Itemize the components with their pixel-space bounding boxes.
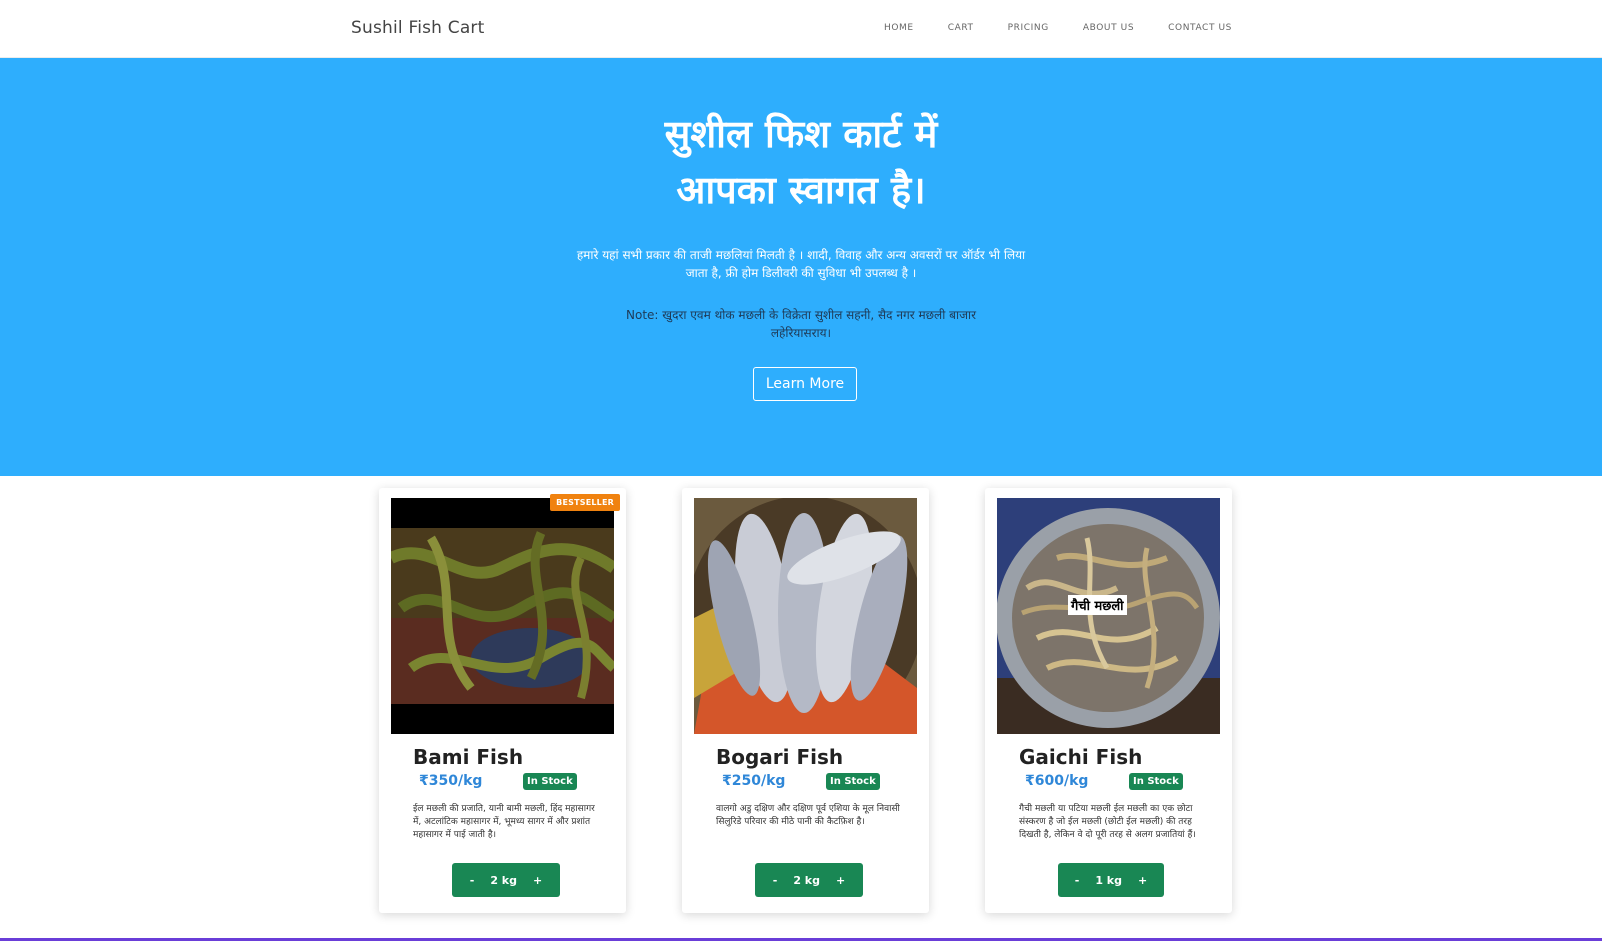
- product-description: गैची मछली या पटिया मछली ईल मछली का एक छो…: [1019, 804, 1196, 840]
- product-image-gaichi: [997, 498, 1220, 734]
- increase-button[interactable]: +: [828, 874, 853, 887]
- brand-logo-text[interactable]: Sushil Fish Cart: [351, 18, 485, 38]
- learn-more-button[interactable]: Learn More: [753, 367, 857, 401]
- decrease-button[interactable]: -: [462, 874, 483, 887]
- hero-title-line2: आपका स्वागत है।: [676, 168, 926, 212]
- stock-badge: In Stock: [1129, 773, 1183, 790]
- quantity-stepper: - 2 kg +: [452, 863, 560, 897]
- stock-badge: In Stock: [523, 773, 577, 790]
- bestseller-badge: BESTSELLER: [550, 494, 620, 511]
- nav-about-us[interactable]: ABOUT US: [1083, 23, 1134, 33]
- quantity-stepper: - 2 kg +: [755, 863, 863, 897]
- quantity-value: 1 kg: [1095, 873, 1123, 887]
- nav-pricing[interactable]: PRICING: [1008, 23, 1049, 33]
- stock-badge: In Stock: [826, 773, 880, 790]
- increase-button[interactable]: +: [525, 874, 550, 887]
- product-name: Gaichi Fish: [1019, 745, 1143, 769]
- hero-section: सुशील फिश कार्ट में आपका स्वागत है। हमार…: [0, 58, 1602, 476]
- hero-title: सुशील फिश कार्ट में आपका स्वागत है।: [0, 106, 1602, 218]
- nav-home[interactable]: HOME: [884, 23, 914, 33]
- product-name: Bami Fish: [413, 745, 524, 769]
- product-name: Bogari Fish: [716, 745, 844, 769]
- image-caption: गैची मछली: [1068, 595, 1127, 615]
- hero-title-line1: सुशील फिश कार्ट में: [664, 112, 938, 156]
- product-card-bami: BESTSELLER Bami Fish ₹350/kg In Stock ईल…: [379, 488, 626, 913]
- increase-button[interactable]: +: [1130, 874, 1155, 887]
- quantity-value: 2 kg: [793, 873, 821, 887]
- nav-cart[interactable]: CART: [948, 23, 974, 33]
- navbar: Sushil Fish Cart HOME CART PRICING ABOUT…: [0, 0, 1602, 58]
- product-price: ₹250/kg: [722, 773, 786, 789]
- hero-note: Note: खुदरा एवम थोक मछली के विक्रेता सुश…: [626, 308, 976, 340]
- product-image-bogari: [694, 498, 917, 734]
- product-card-gaichi: गैची मछली Gaichi Fish ₹600/kg In Stock ग…: [985, 488, 1232, 913]
- nav-links: HOME CART PRICING ABOUT US CONTACT US: [850, 23, 1232, 33]
- product-price: ₹350/kg: [419, 773, 483, 789]
- quantity-stepper: - 1 kg +: [1058, 863, 1164, 897]
- decrease-button[interactable]: -: [765, 874, 786, 887]
- hero-description: हमारे यहां सभी प्रकार की ताजी मछलियां मि…: [576, 248, 1026, 280]
- product-description: वालगो अडु दक्षिण और दक्षिण पूर्व एशिया क…: [716, 804, 900, 827]
- quantity-value: 2 kg: [490, 873, 518, 887]
- product-price: ₹600/kg: [1025, 773, 1089, 789]
- product-image-bami: [391, 498, 614, 734]
- decrease-button[interactable]: -: [1067, 874, 1088, 887]
- product-description: ईल मछली की प्रजाति, यानी बामी मछली, हिंद…: [413, 804, 595, 840]
- product-card-bogari: Bogari Fish ₹250/kg In Stock वालगो अडु द…: [682, 488, 929, 913]
- nav-contact-us[interactable]: CONTACT US: [1168, 23, 1232, 33]
